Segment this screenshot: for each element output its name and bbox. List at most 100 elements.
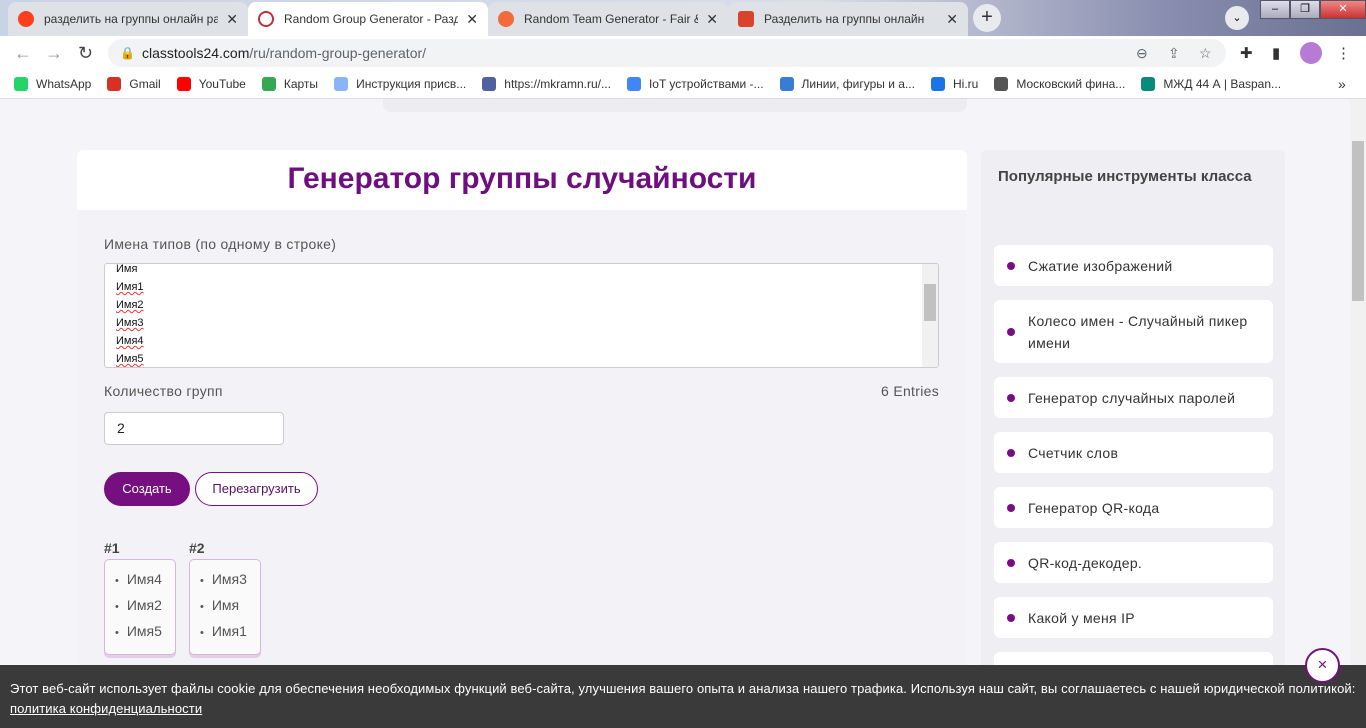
- close-icon[interactable]: ✕: [706, 11, 718, 28]
- sidebar-item-name-wheel[interactable]: Колесо имен - Случайный пикер имени: [994, 300, 1273, 363]
- minimize-button[interactable]: –: [1260, 0, 1290, 19]
- globe-icon: [994, 77, 1009, 91]
- sidebar-item-image-compress[interactable]: Сжатие изображений: [994, 245, 1273, 286]
- bookmark-label: Линии, фигуры и а...: [801, 77, 915, 91]
- names-label: Имена типов (по одному в строке): [104, 236, 337, 252]
- close-icon[interactable]: ✕: [226, 11, 238, 28]
- textarea-scrollbar[interactable]: [922, 264, 938, 367]
- name-line: Имя1: [116, 281, 144, 293]
- sidebar-item-qr-generator[interactable]: Генератор QR-кода: [994, 487, 1273, 528]
- generator-card: Генератор группы случайности Имена типов…: [77, 150, 967, 665]
- name-line: Имя2: [116, 299, 144, 311]
- bookmark-grid[interactable]: Инструкция присв...: [334, 77, 466, 91]
- maximize-button[interactable]: ❐: [1290, 0, 1320, 19]
- name-line: Имя: [116, 263, 138, 275]
- bookmark-label: Карты: [283, 77, 319, 91]
- tab-random-group-generator[interactable]: Random Group Generator - Разд ✕: [248, 2, 488, 36]
- bookmark-label: Московский фина...: [1016, 77, 1126, 91]
- bookmark-label: Hi.ru: [952, 77, 979, 91]
- page-scrollbar[interactable]: [1350, 99, 1366, 665]
- url-domain: classtools24.com: [142, 45, 250, 61]
- sidebar-item-password-generator[interactable]: Генератор случайных паролей: [994, 377, 1273, 418]
- address-bar[interactable]: 🔒 classtools24.com/ru/random-group-gener…: [108, 39, 1226, 67]
- share-icon[interactable]: ⇪: [1168, 39, 1180, 67]
- bookmark-site[interactable]: https://mkramn.ru/...: [482, 77, 611, 91]
- classtools-icon: [258, 11, 274, 27]
- close-icon[interactable]: ✕: [946, 11, 958, 28]
- tab-split-groups[interactable]: Разделить на группы онлайн ✕: [728, 2, 968, 36]
- sidebar-item-qr-decoder[interactable]: QR-код-декодер.: [994, 542, 1273, 583]
- browser-toolbar: ← → ↻ 🔒 classtools24.com/ru/random-group…: [0, 36, 1366, 70]
- bookmark-label: Gmail: [129, 77, 161, 91]
- list-item: Имя3: [200, 565, 260, 591]
- bookmark-youtube[interactable]: YouTube: [176, 77, 246, 91]
- cookie-banner: Этот веб-сайт использует файлы cookie дл…: [0, 665, 1366, 728]
- bookmark-google[interactable]: IoT устройствами -...: [626, 77, 764, 91]
- cookie-text: Этот веб-сайт использует файлы cookie дл…: [10, 681, 1356, 696]
- entries-count: 6 Entries: [881, 383, 939, 399]
- bookmark-gmail[interactable]: Gmail: [107, 77, 161, 91]
- bookmark-hi[interactable]: Hi.ru: [930, 77, 979, 91]
- new-tab-button[interactable]: +: [973, 4, 1001, 32]
- group-1-list: Имя4 Имя2 Имя5: [104, 559, 176, 655]
- gmail-icon: [107, 77, 122, 91]
- tab-title: разделить на группы онлайн ра: [44, 12, 219, 26]
- sidebar: Популярные инструменты класса Сжатие изо…: [981, 150, 1285, 672]
- grid-icon: [334, 77, 349, 91]
- bookmark-maps[interactable]: Карты: [261, 77, 319, 91]
- reload-button[interactable]: ↻: [78, 43, 93, 64]
- tab-title: Random Team Generator - Fair &: [524, 12, 699, 26]
- privacy-policy-link[interactable]: политика конфиденциальности: [10, 701, 202, 716]
- extensions-icon[interactable]: ✚: [1240, 44, 1253, 62]
- bookmark-label: YouTube: [198, 77, 246, 91]
- side-panel-icon[interactable]: ▮: [1272, 44, 1280, 62]
- list-item: Имя1: [200, 617, 260, 643]
- bookmark-globe[interactable]: Московский фина...: [994, 77, 1125, 91]
- tab-bar: разделить на группы онлайн ра ✕ Random Gr…: [0, 0, 1366, 36]
- more-bookmarks-button[interactable]: »: [1338, 76, 1346, 92]
- group-2-title: #2: [189, 540, 205, 556]
- tab-yandex[interactable]: разделить на группы онлайн ра ✕: [8, 2, 248, 36]
- bookmark-label: https://mkramn.ru/...: [504, 77, 611, 91]
- back-button[interactable]: ←: [14, 43, 32, 64]
- group-1-title: #1: [104, 540, 120, 556]
- list-item: Имя2: [115, 591, 175, 617]
- close-icon[interactable]: ✕: [466, 11, 478, 28]
- groups-count-input[interactable]: 2: [104, 412, 284, 445]
- google-icon: [626, 77, 641, 91]
- list-item: Имя4: [115, 565, 175, 591]
- bookmark-baspan[interactable]: МЖД 44 А | Baspan...: [1141, 77, 1281, 91]
- forward-button[interactable]: →: [45, 43, 63, 64]
- create-button[interactable]: Создать: [104, 472, 190, 506]
- name-line: Имя3: [116, 317, 144, 329]
- window-close-button[interactable]: ✕: [1320, 0, 1366, 19]
- baspan-icon: [1141, 77, 1156, 91]
- groups-count-label: Количество групп: [104, 383, 223, 399]
- tab-search-button[interactable]: ⌄: [1225, 6, 1249, 30]
- cookie-close-button[interactable]: ×: [1305, 648, 1340, 683]
- bookmarks-bar: WhatsApp Gmail YouTube Карты Инструкция прис…: [0, 70, 1366, 99]
- names-textarea[interactable]: Имя Имя1 Имя2 Имя3 Имя4 Имя5: [104, 263, 939, 368]
- tab-title: Разделить на группы онлайн: [764, 12, 925, 26]
- group-2-list: Имя3 Имя Имя1: [189, 559, 261, 655]
- tab-title: Random Group Generator - Разд: [284, 12, 459, 26]
- maps-icon: [261, 77, 276, 91]
- sidebar-item-my-ip[interactable]: Какой у меня IP: [994, 597, 1273, 638]
- zoom-icon[interactable]: ⊖: [1136, 39, 1148, 67]
- lock-icon: 🔒: [120, 46, 135, 60]
- bookmark-star-icon[interactable]: ☆: [1199, 39, 1212, 67]
- menu-icon[interactable]: ⋮: [1336, 44, 1351, 62]
- list-item: Имя: [200, 591, 260, 617]
- whatsapp-icon: [14, 77, 28, 91]
- sidebar-item-word-counter[interactable]: Счетчик слов: [994, 432, 1273, 473]
- bookmark-whatsapp[interactable]: WhatsApp: [14, 77, 91, 91]
- bookmark-balloon[interactable]: Линии, фигуры и а...: [779, 77, 915, 91]
- reload-groups-button[interactable]: Перезагрузить: [195, 472, 318, 506]
- name-line: Имя5: [116, 353, 144, 365]
- tab-random-team-generator[interactable]: Random Team Generator - Fair & ✕: [488, 2, 728, 36]
- site-icon: [482, 77, 497, 91]
- bookmark-label: WhatsApp: [36, 77, 92, 91]
- url-path: /ru/random-group-generator/: [249, 45, 427, 61]
- top-panel: [383, 99, 967, 112]
- profile-avatar[interactable]: [1300, 42, 1322, 64]
